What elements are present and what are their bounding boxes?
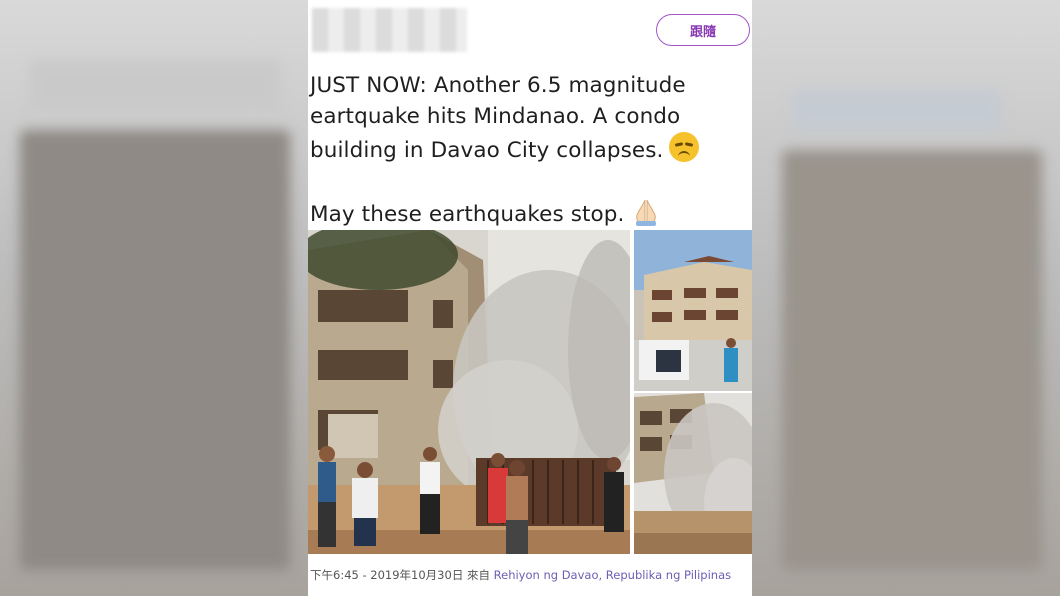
building-collapse-photo-main[interactable]	[308, 230, 630, 554]
blurred-text-left	[30, 60, 280, 110]
tweet-text: JUST NOW: Another 6.5 magnitude eartquak…	[310, 70, 740, 236]
blurred-background-right	[752, 0, 1060, 596]
blurred-author-name	[312, 8, 467, 52]
tweet-text-line-content: building in Davao City collapses.	[310, 138, 664, 163]
tweet-footer: 下午6:45 - 2019年10月30日 來自 Rehiyon ng Davao…	[310, 567, 752, 583]
blurred-text-right	[792, 90, 1002, 130]
tweet-location-link[interactable]: Rehiyon ng Davao, Republika ng Pilipinas	[494, 568, 732, 582]
building-photo-top-right[interactable]	[634, 230, 752, 391]
tweet-text-line-content: May these earthquakes stop.	[310, 202, 625, 227]
tweet-timestamp[interactable]: 下午6:45 - 2019年10月30日 來自	[310, 568, 490, 582]
blurred-building-right	[782, 150, 1042, 570]
tweet-text-line: eartquake hits Mindanao. A condo	[310, 104, 681, 129]
blurred-background-left	[0, 0, 308, 596]
tweet-text-line: building in Davao City collapses.	[310, 132, 740, 166]
follow-button[interactable]: 跟隨	[656, 14, 750, 46]
blurred-building-left	[20, 130, 290, 570]
disappointed-face-icon	[669, 132, 700, 162]
photo-grid	[308, 230, 752, 554]
building-photo-bottom-right[interactable]	[634, 393, 752, 554]
tweet-text-line: JUST NOW: Another 6.5 magnitude	[310, 73, 686, 98]
tweet-card: 跟隨 JUST NOW: Another 6.5 magnitude eartq…	[308, 0, 752, 596]
